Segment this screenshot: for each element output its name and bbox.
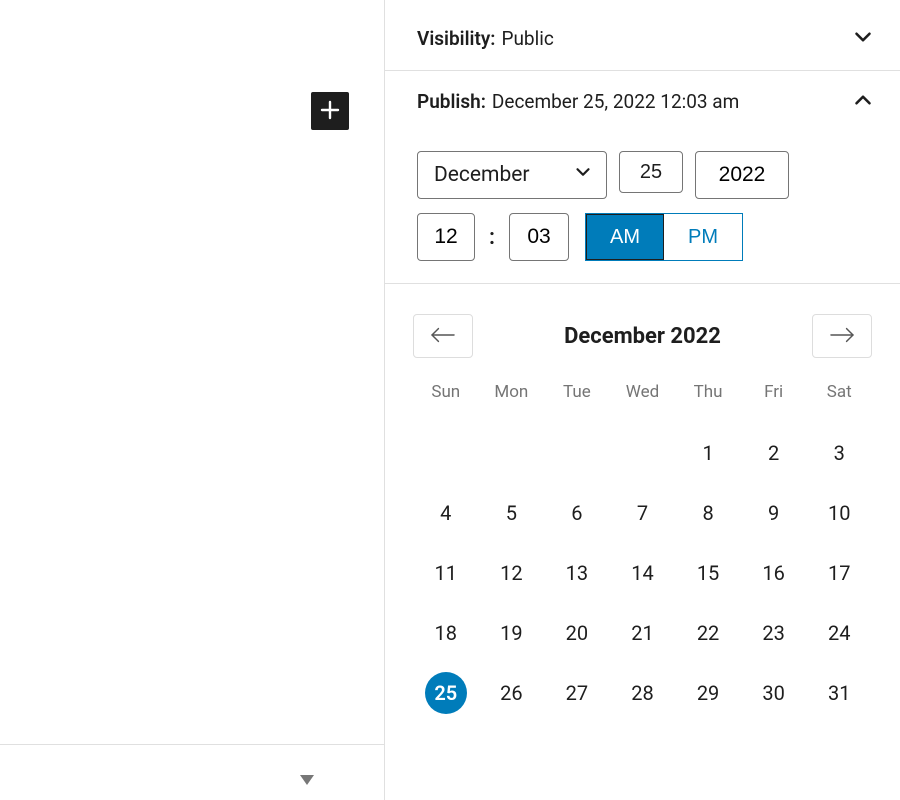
add-block-button[interactable]: [311, 92, 349, 130]
calendar-day[interactable]: 15: [675, 552, 741, 594]
prev-month-button[interactable]: [413, 314, 473, 358]
calendar-day[interactable]: 14: [610, 552, 676, 594]
calendar-day[interactable]: 18: [413, 612, 479, 654]
calendar: December 2022 SunMonTueWedThuFriSat12345…: [385, 284, 900, 714]
datetime-controls: December : AM PM: [385, 133, 900, 284]
chevron-down-icon: [572, 161, 594, 189]
month-select-value: December: [434, 163, 530, 187]
publish-row[interactable]: Publish: December 25, 2022 12:03 am: [385, 71, 900, 133]
arrow-left-icon: [428, 324, 458, 349]
calendar-day[interactable]: 13: [544, 552, 610, 594]
calendar-day[interactable]: 21: [610, 612, 676, 654]
calendar-day[interactable]: 12: [479, 552, 545, 594]
chevron-up-icon: [850, 87, 876, 117]
calendar-day[interactable]: 25: [425, 672, 467, 714]
calendar-day[interactable]: 2: [741, 432, 807, 474]
editor-canvas: [0, 0, 385, 800]
calendar-dow: Wed: [610, 382, 676, 414]
calendar-day[interactable]: 29: [675, 672, 741, 714]
editor-divider: [0, 744, 384, 745]
calendar-day[interactable]: 31: [806, 672, 872, 714]
day-input[interactable]: [619, 151, 683, 193]
calendar-day[interactable]: 19: [479, 612, 545, 654]
ampm-toggle: AM PM: [585, 213, 743, 261]
calendar-day[interactable]: 28: [610, 672, 676, 714]
am-button[interactable]: AM: [586, 214, 664, 260]
hour-input[interactable]: [417, 213, 475, 261]
visibility-row[interactable]: Visibility: Public: [385, 8, 900, 71]
calendar-empty-cell: [544, 432, 610, 474]
caret-down-icon[interactable]: [300, 775, 314, 785]
calendar-day[interactable]: 11: [413, 552, 479, 594]
calendar-day[interactable]: 4: [413, 492, 479, 534]
next-month-button[interactable]: [812, 314, 872, 358]
time-separator: :: [487, 225, 497, 250]
calendar-title: December 2022: [564, 324, 721, 349]
calendar-day[interactable]: 23: [741, 612, 807, 654]
calendar-day[interactable]: 7: [610, 492, 676, 534]
visibility-value: Public: [501, 26, 553, 52]
minute-input[interactable]: [509, 213, 569, 261]
calendar-dow: Thu: [675, 382, 741, 414]
calendar-day[interactable]: 1: [675, 432, 741, 474]
plus-icon: [318, 98, 342, 125]
calendar-empty-cell: [479, 432, 545, 474]
chevron-down-icon: [850, 24, 876, 54]
publish-label: Publish:: [417, 89, 486, 115]
arrow-right-icon: [827, 324, 857, 349]
calendar-day[interactable]: 26: [479, 672, 545, 714]
calendar-day[interactable]: 16: [741, 552, 807, 594]
year-input[interactable]: [695, 151, 789, 199]
pm-button[interactable]: PM: [664, 214, 742, 260]
calendar-day[interactable]: 5: [479, 492, 545, 534]
calendar-day[interactable]: 22: [675, 612, 741, 654]
calendar-day[interactable]: 27: [544, 672, 610, 714]
calendar-dow: Fri: [741, 382, 807, 414]
visibility-label: Visibility:: [417, 26, 495, 52]
calendar-dow: Mon: [479, 382, 545, 414]
calendar-day[interactable]: 17: [806, 552, 872, 594]
calendar-dow: Sun: [413, 382, 479, 414]
calendar-day[interactable]: 20: [544, 612, 610, 654]
calendar-day[interactable]: 6: [544, 492, 610, 534]
calendar-day[interactable]: 30: [741, 672, 807, 714]
calendar-day[interactable]: 9: [741, 492, 807, 534]
calendar-day[interactable]: 10: [806, 492, 872, 534]
calendar-day[interactable]: 3: [806, 432, 872, 474]
calendar-empty-cell: [413, 432, 479, 474]
calendar-day[interactable]: 8: [675, 492, 741, 534]
calendar-dow: Sat: [806, 382, 872, 414]
month-select[interactable]: December: [417, 151, 607, 199]
calendar-day[interactable]: 24: [806, 612, 872, 654]
calendar-dow: Tue: [544, 382, 610, 414]
publish-value: December 25, 2022 12:03 am: [492, 89, 739, 115]
settings-sidebar: Visibility: Public Publish: December 25,…: [385, 0, 900, 800]
calendar-empty-cell: [610, 432, 676, 474]
